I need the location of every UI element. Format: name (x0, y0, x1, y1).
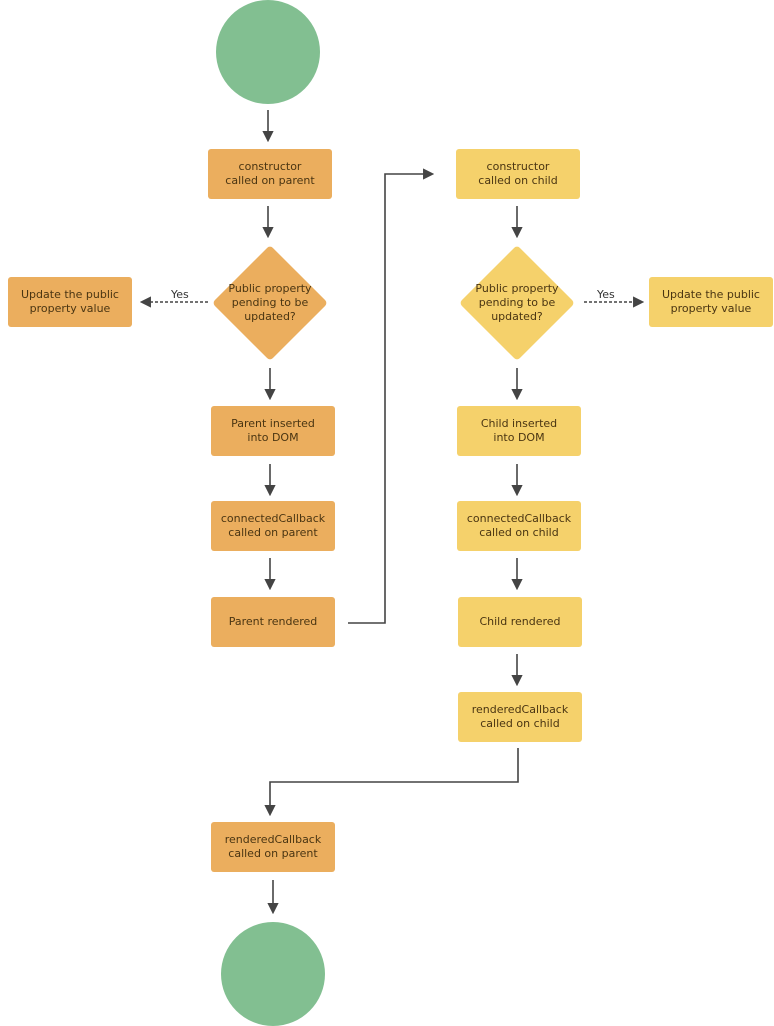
decision-parent: Public property pending to be updated? (210, 244, 330, 362)
node-constructor-child: constructor called on child (456, 149, 580, 199)
yes-label-child: Yes (597, 288, 615, 301)
start-node (216, 0, 320, 104)
node-child-inserted: Child inserted into DOM (457, 406, 581, 456)
node-update-parent: Update the public property value (8, 277, 132, 327)
node-connected-parent: connectedCallback called on parent (211, 501, 335, 551)
node-parent-inserted: Parent inserted into DOM (211, 406, 335, 456)
decision-label: Public property pending to be updated? (228, 282, 312, 323)
end-node (221, 922, 325, 1026)
node-parent-rendered: Parent rendered (211, 597, 335, 647)
edges-layer (139, 110, 645, 915)
node-renderedcb-parent: renderedCallback called on parent (211, 822, 335, 872)
decision-label: Public property pending to be updated? (475, 282, 559, 323)
node-connected-child: connectedCallback called on child (457, 501, 581, 551)
edge-child-renderedcb-to-parent-renderedcb (264, 748, 519, 817)
node-renderedcb-child: renderedCallback called on child (458, 692, 582, 742)
node-update-child: Update the public property value (649, 277, 773, 327)
node-child-rendered: Child rendered (458, 597, 582, 647)
edge-parent-rendered-to-child-constructor (348, 168, 435, 624)
node-constructor-parent: constructor called on parent (208, 149, 332, 199)
decision-child: Public property pending to be updated? (457, 244, 577, 362)
yes-label-parent: Yes (171, 288, 189, 301)
